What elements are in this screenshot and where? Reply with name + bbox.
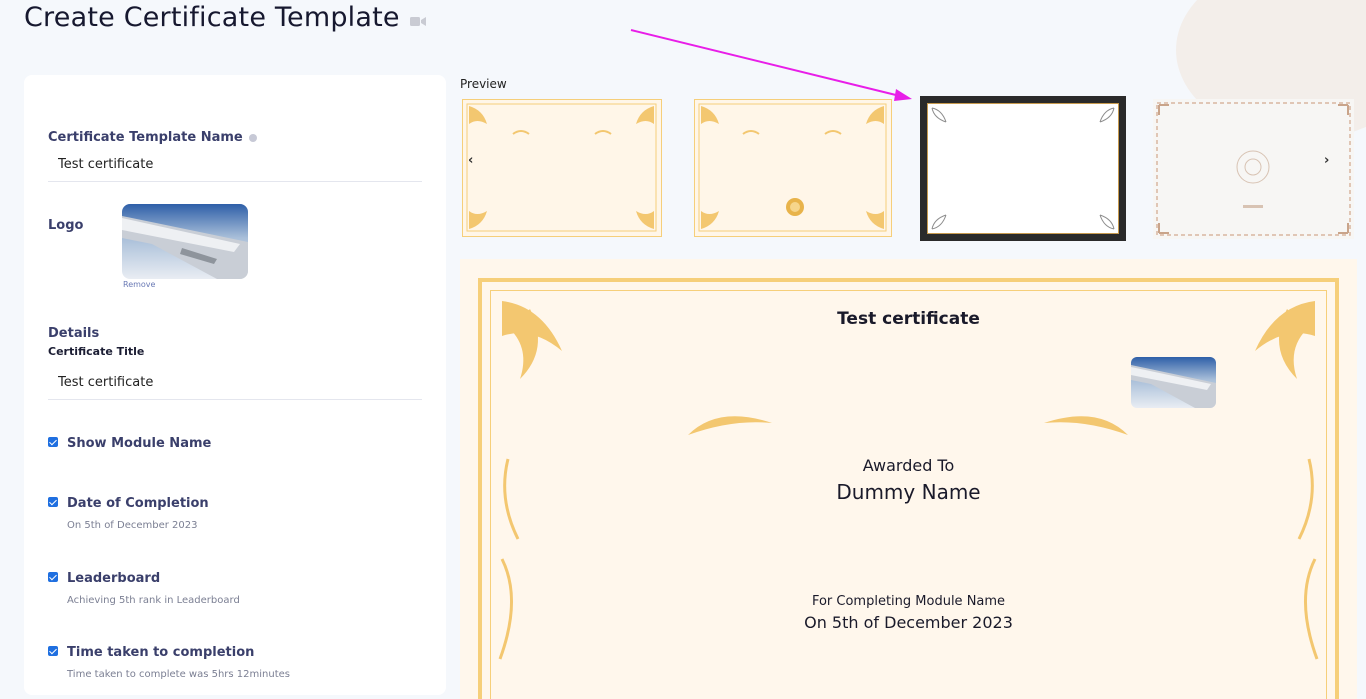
info-icon[interactable]	[248, 133, 257, 142]
template-thumbnail-3-selected[interactable]	[920, 96, 1126, 241]
option-label: Time taken to completion	[67, 645, 255, 660]
certificate-preview: Test certificate Awarded To Dummy Name F…	[460, 259, 1357, 699]
video-camera-icon[interactable]	[410, 16, 426, 27]
certificate-logo	[1131, 357, 1216, 408]
page-title: Create Certificate Template	[24, 2, 400, 33]
logo-image	[122, 204, 248, 279]
completing-text: For Completing Module Name	[811, 594, 1006, 609]
option-label: Date of Completion	[67, 496, 209, 511]
option-label: Leaderboard	[67, 571, 161, 586]
recipient-name: Dummy Name	[836, 480, 981, 504]
certificate-title: Test certificate	[837, 309, 980, 329]
details-heading: Details	[48, 326, 100, 341]
template-thumbnail-2[interactable]	[694, 99, 892, 237]
option-description: On 5th of December 2023	[67, 520, 198, 531]
prev-template-button[interactable]: ‹	[468, 153, 473, 168]
checkbox[interactable]	[48, 646, 58, 656]
certificate-title-input[interactable]	[48, 366, 422, 400]
next-template-button[interactable]: ›	[1324, 153, 1329, 168]
option-label: Show Module Name	[67, 436, 212, 451]
template-form-panel: Certificate Template Name Logo Remove De…	[24, 75, 446, 695]
checkbox[interactable]	[48, 497, 58, 507]
completion-date: On 5th of December 2023	[804, 613, 1013, 632]
checkbox[interactable]	[48, 437, 58, 447]
preview-label: Preview	[460, 77, 507, 91]
logo-label: Logo	[48, 218, 84, 233]
template-thumbnail-4[interactable]	[1153, 99, 1354, 239]
awarded-to-label: Awarded To	[862, 456, 955, 475]
template-name-label: Certificate Template Name	[48, 130, 257, 145]
option-description: Achieving 5th rank in Leaderboard	[67, 595, 240, 606]
remove-logo-link[interactable]: Remove	[123, 280, 155, 289]
certificate-title-label: Certificate Title	[48, 345, 145, 358]
checkbox[interactable]	[48, 572, 58, 582]
template-name-input[interactable]	[48, 148, 422, 182]
option-description: Time taken to complete was 5hrs 12minute…	[67, 669, 291, 680]
template-thumbnail-1[interactable]	[462, 99, 662, 237]
